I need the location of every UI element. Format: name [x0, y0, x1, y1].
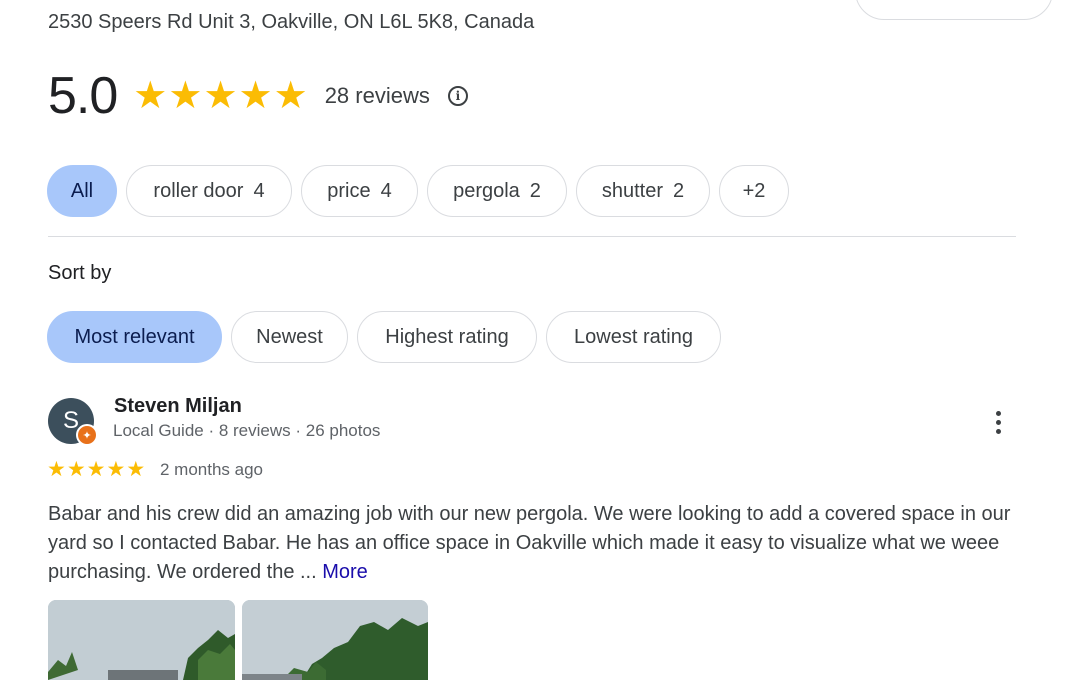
review-star-icon-1: ★ [47, 458, 66, 481]
topic-chip-roller-door[interactable]: roller door 4 [126, 165, 292, 217]
topic-chip-count: 2 [529, 179, 541, 202]
topic-chip-shutter[interactable]: shutter 2 [576, 165, 710, 217]
topic-filter-row: All roller door 4 price 4 pergola 2 shutter 2 +2 [47, 165, 798, 217]
sort-option-label: Lowest rating [574, 325, 693, 348]
sort-option-label: Highest rating [385, 325, 509, 348]
average-rating: 5.0 [48, 67, 118, 125]
star-icon-1: ★ [133, 75, 168, 117]
topic-chip-count: 4 [253, 179, 265, 202]
more-vert-icon[interactable] [986, 405, 1010, 439]
sort-option-newest[interactable]: Newest [231, 311, 348, 363]
photo-image [242, 600, 428, 680]
review-body: Babar and his crew did an amazing job wi… [48, 503, 1011, 583]
sort-options-row: Most relevant Newest Highest rating Lowest … [47, 311, 730, 363]
review-star-icon-3: ★ [86, 458, 106, 481]
sort-option-most-relevant[interactable]: Most relevant [47, 311, 222, 363]
topic-chip-label: shutter [601, 179, 664, 202]
place-address: 2530 Speers Rd Unit 3, Oakville, ON L6L … [48, 11, 535, 33]
review-count: 28 reviews [324, 83, 430, 108]
sort-option-lowest-rating[interactable]: Lowest rating [546, 311, 721, 363]
reviewer-meta: Local Guide · 8 reviews · 26 photos [113, 421, 381, 440]
topic-chip-label: roller door [153, 179, 244, 202]
topic-chip-count: 4 [380, 179, 392, 202]
rating-stars: ★ ★ ★ ★ ★ [133, 77, 307, 115]
sort-label: Sort by [48, 262, 112, 284]
sort-option-label: Newest [256, 325, 323, 348]
review-star-icon-2: ★ [66, 458, 86, 481]
review-photo-2[interactable] [242, 600, 428, 680]
topic-chip-2[interactable]: +2 [719, 165, 789, 217]
review-photo-1[interactable] [48, 600, 235, 680]
sort-option-label: Most relevant [74, 325, 195, 348]
topic-chip-label: pergola [453, 179, 520, 202]
topic-chip-count: 2 [673, 179, 685, 202]
sort-option-highest-rating[interactable]: Highest rating [357, 311, 537, 363]
review-star-icon-5: ★ [126, 458, 146, 481]
photo-image [48, 600, 235, 680]
reviewer-name[interactable]: Steven Miljan [114, 395, 242, 418]
info-icon[interactable]: i [447, 86, 468, 106]
rating-summary: 5.0 ★ ★ ★ ★ ★ 28 reviews i [48, 64, 468, 128]
divider [48, 236, 1016, 237]
topic-chip-label: price [327, 179, 371, 202]
star-icon-2: ★ [168, 75, 203, 117]
top-action-button[interactable] [855, 0, 1053, 20]
local-guide-badge-icon: ✦ [76, 424, 98, 446]
topic-chip-price[interactable]: price 4 [301, 165, 418, 217]
review-stars: ★ ★ ★ ★ ★ [47, 459, 146, 480]
more-link[interactable]: More [322, 561, 368, 583]
review-date: 2 months ago [160, 460, 264, 479]
topic-chip-label: All [70, 179, 94, 202]
star-icon-3: ★ [203, 75, 238, 117]
topic-chip-label: +2 [742, 179, 766, 202]
topic-chip-all[interactable]: All [47, 165, 117, 217]
star-icon-5: ★ [273, 75, 308, 117]
review-star-icon-4: ★ [106, 458, 126, 481]
review-text: Babar and his crew did an amazing job wi… [48, 500, 1023, 587]
star-icon-4: ★ [238, 75, 273, 117]
topic-chip-pergola[interactable]: pergola 2 [427, 165, 567, 217]
